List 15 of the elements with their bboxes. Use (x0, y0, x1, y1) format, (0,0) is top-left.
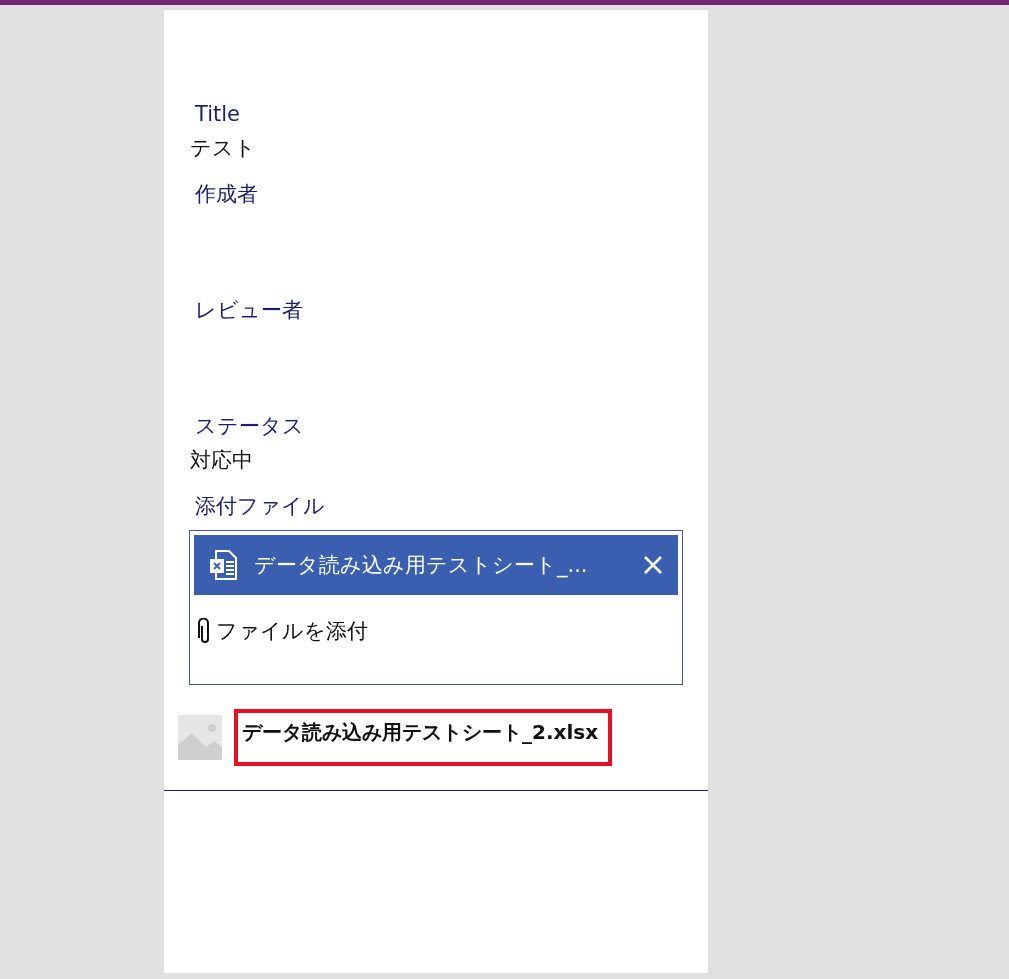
field-label: 添付ファイル (195, 494, 325, 518)
field-label: レビュー者 (195, 297, 304, 324)
field-label: Title (195, 101, 241, 128)
spreadsheet-icon (208, 549, 240, 581)
field-label: ステータス (195, 413, 305, 440)
paperclip-icon (198, 618, 212, 644)
file-name: データ読み込み用テストシート_2.xlsx (242, 720, 599, 744)
image-placeholder-icon (178, 715, 222, 760)
attachment-name: データ読み込み用テストシート_... (254, 552, 589, 579)
close-icon[interactable] (642, 554, 664, 576)
field-value: 対応中 (190, 447, 254, 474)
attach-file-button[interactable]: ファイルを添付 (194, 617, 368, 645)
field-value: テスト (190, 135, 257, 162)
attachment-chip[interactable]: データ読み込み用テストシート_... (194, 535, 678, 595)
field-label: 作成者 (195, 181, 259, 208)
